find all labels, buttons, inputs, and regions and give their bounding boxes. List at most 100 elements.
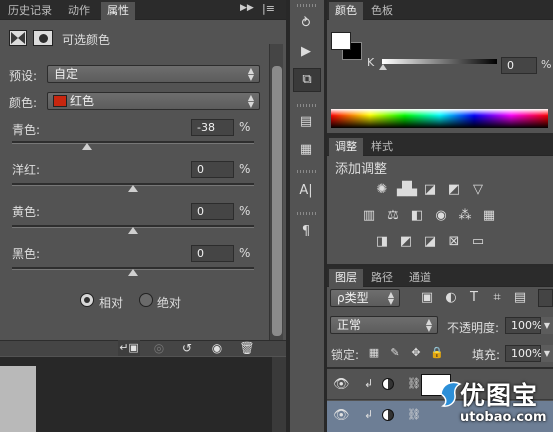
document-canvas [0, 366, 36, 432]
slider-value-input[interactable]: -38 [191, 119, 234, 136]
chevron-updown-icon: ▲ ▼ [247, 66, 254, 82]
play-icon[interactable]: ▶ [297, 44, 315, 60]
percent-unit: % [239, 120, 251, 134]
lock-image-icon[interactable]: ✎ [386, 345, 404, 361]
tab-actions[interactable]: 动作 [62, 2, 96, 20]
lock-all-icon[interactable]: 🔒 [428, 345, 446, 361]
filter-toggle[interactable] [538, 289, 553, 307]
brightness-icon[interactable]: ✺ [373, 182, 391, 198]
tab-swatches[interactable]: 色板 [365, 2, 399, 20]
watermark-url: utobao.com [460, 410, 547, 425]
color-balance-icon[interactable]: ⚖ [384, 208, 402, 224]
radio-absolute[interactable] [139, 293, 153, 307]
add-adjustment-title: 添加调整 [335, 162, 388, 177]
preset-select[interactable]: 自定 ▲ ▼ [47, 65, 260, 83]
notes-icon[interactable]: ▤ [297, 114, 315, 130]
visibility-eye-icon[interactable]: 👁 [333, 377, 350, 392]
blend-mode-value: 正常 [337, 318, 362, 332]
grip-handle[interactable] [297, 104, 317, 107]
layers-tabbar: 图层 路径 通道 [327, 267, 553, 287]
layer-filter-value: ρ类型 [337, 291, 369, 305]
properties-scrollbar[interactable] [269, 44, 283, 342]
spectrum-bar[interactable] [331, 109, 548, 128]
filter-pixel-icon[interactable]: ▣ [418, 290, 436, 306]
slider-thumb[interactable] [128, 227, 138, 234]
invert-icon[interactable]: ◨ [373, 234, 391, 250]
filter-smart-object-icon[interactable]: ▤ [511, 290, 529, 306]
clip-to-layer-icon[interactable]: ↵▣ [118, 340, 140, 356]
layer-mask-icon[interactable] [33, 30, 53, 46]
slider-value-input[interactable]: 0 [191, 245, 234, 262]
photo-filter-icon[interactable]: ◉ [432, 208, 450, 224]
panel-menu-icon[interactable]: |≡ [262, 2, 275, 15]
k-value-input[interactable]: 0 [501, 57, 537, 74]
3d-icon[interactable]: ⧉ [293, 68, 321, 92]
tab-styles[interactable]: 样式 [365, 138, 399, 156]
radio-relative[interactable] [80, 293, 94, 307]
tab-channels[interactable]: 通道 [403, 269, 437, 287]
clip-arrow-icon: ↲ [364, 408, 374, 421]
selective-color-icon[interactable]: ⊠ [445, 234, 463, 250]
fill-dropdown-arrow[interactable]: ▼ [541, 345, 553, 362]
fill-label: 填充: [472, 348, 501, 362]
filter-type-icon[interactable]: T [465, 290, 483, 306]
lock-transparent-icon[interactable]: ▦ [365, 345, 383, 361]
slider-thumb[interactable] [128, 269, 138, 276]
channel-mixer-icon[interactable]: ⁂ [456, 208, 474, 224]
preset-value: 自定 [54, 67, 79, 81]
channel-label: K [367, 56, 375, 69]
threshold-icon[interactable]: ◪ [421, 234, 439, 250]
gradient-map-icon[interactable]: ▭ [469, 234, 487, 250]
color-lookup-icon[interactable]: ▦ [480, 208, 498, 224]
hue-saturation-icon[interactable]: ▥ [360, 208, 378, 224]
opacity-dropdown-arrow[interactable]: ▼ [541, 317, 553, 334]
tab-adjustments[interactable]: 调整 [329, 138, 363, 156]
tab-history[interactable]: 历史记录 [2, 2, 58, 20]
layer-filter-select[interactable]: ρ类型 ▲ ▼ [330, 289, 400, 307]
adjustment-mask-icon[interactable] [9, 30, 27, 46]
colors-select[interactable]: 红色 ▲ ▼ [47, 92, 260, 110]
fill-input[interactable]: 100% [505, 345, 542, 362]
canvas-scrollbar[interactable] [272, 357, 286, 432]
grip-handle[interactable] [297, 212, 317, 215]
foreground-color-swatch[interactable] [331, 32, 351, 50]
black-white-icon[interactable]: ◧ [408, 208, 426, 224]
slider-track[interactable] [12, 141, 254, 144]
visibility-eye-icon[interactable]: ◉ [206, 340, 228, 356]
vibrance-icon[interactable]: ▽ [469, 182, 487, 198]
blend-mode-select[interactable]: 正常 ▲ ▼ [330, 316, 438, 334]
visibility-eye-icon[interactable]: 👁 [333, 408, 350, 423]
collapse-icon[interactable]: ▶▶ [240, 3, 254, 13]
tab-layers[interactable]: 图层 [329, 269, 363, 287]
properties-title: 可选颜色 [62, 33, 111, 47]
properties-tabbar: 历史记录 动作 属性 ▶▶ |≡ [0, 0, 286, 20]
tab-color[interactable]: 颜色 [329, 2, 363, 20]
lock-position-icon[interactable]: ✥ [407, 345, 425, 361]
opacity-input[interactable]: 100% [505, 317, 542, 334]
grip-handle[interactable] [297, 170, 317, 173]
levels-icon[interactable]: ▟▙ [397, 182, 417, 198]
k-slider-track[interactable] [382, 59, 497, 64]
exposure-icon[interactable]: ◩ [445, 182, 463, 198]
paragraph-icon[interactable]: ¶ [297, 224, 315, 240]
slider-value-input[interactable]: 0 [191, 203, 234, 220]
slider-value-input[interactable]: 0 [191, 161, 234, 178]
paragraph-styles-icon[interactable]: ▦ [297, 142, 315, 158]
percent-unit: % [239, 246, 251, 260]
tab-properties[interactable]: 属性 [101, 2, 135, 20]
filter-shape-icon[interactable]: ⌗ [488, 290, 506, 306]
slider-thumb[interactable] [82, 143, 93, 150]
scrollbar-thumb[interactable] [272, 66, 282, 336]
character-icon[interactable]: A| [297, 183, 315, 199]
reset-icon[interactable]: ↺ [176, 340, 198, 356]
tab-paths[interactable]: 路径 [365, 269, 399, 287]
filter-adjustment-icon[interactable]: ◐ [442, 290, 460, 306]
view-previous-icon[interactable]: ◎ [148, 340, 170, 356]
curves-icon[interactable]: ◪ [421, 182, 439, 198]
posterize-icon[interactable]: ◩ [397, 234, 415, 250]
k-slider-thumb[interactable] [379, 64, 387, 70]
slider-thumb[interactable] [128, 185, 138, 192]
history-icon[interactable]: ⥁ [297, 16, 315, 32]
delete-trash-icon[interactable]: 🗑 [236, 340, 258, 356]
grip-handle[interactable] [297, 4, 317, 7]
